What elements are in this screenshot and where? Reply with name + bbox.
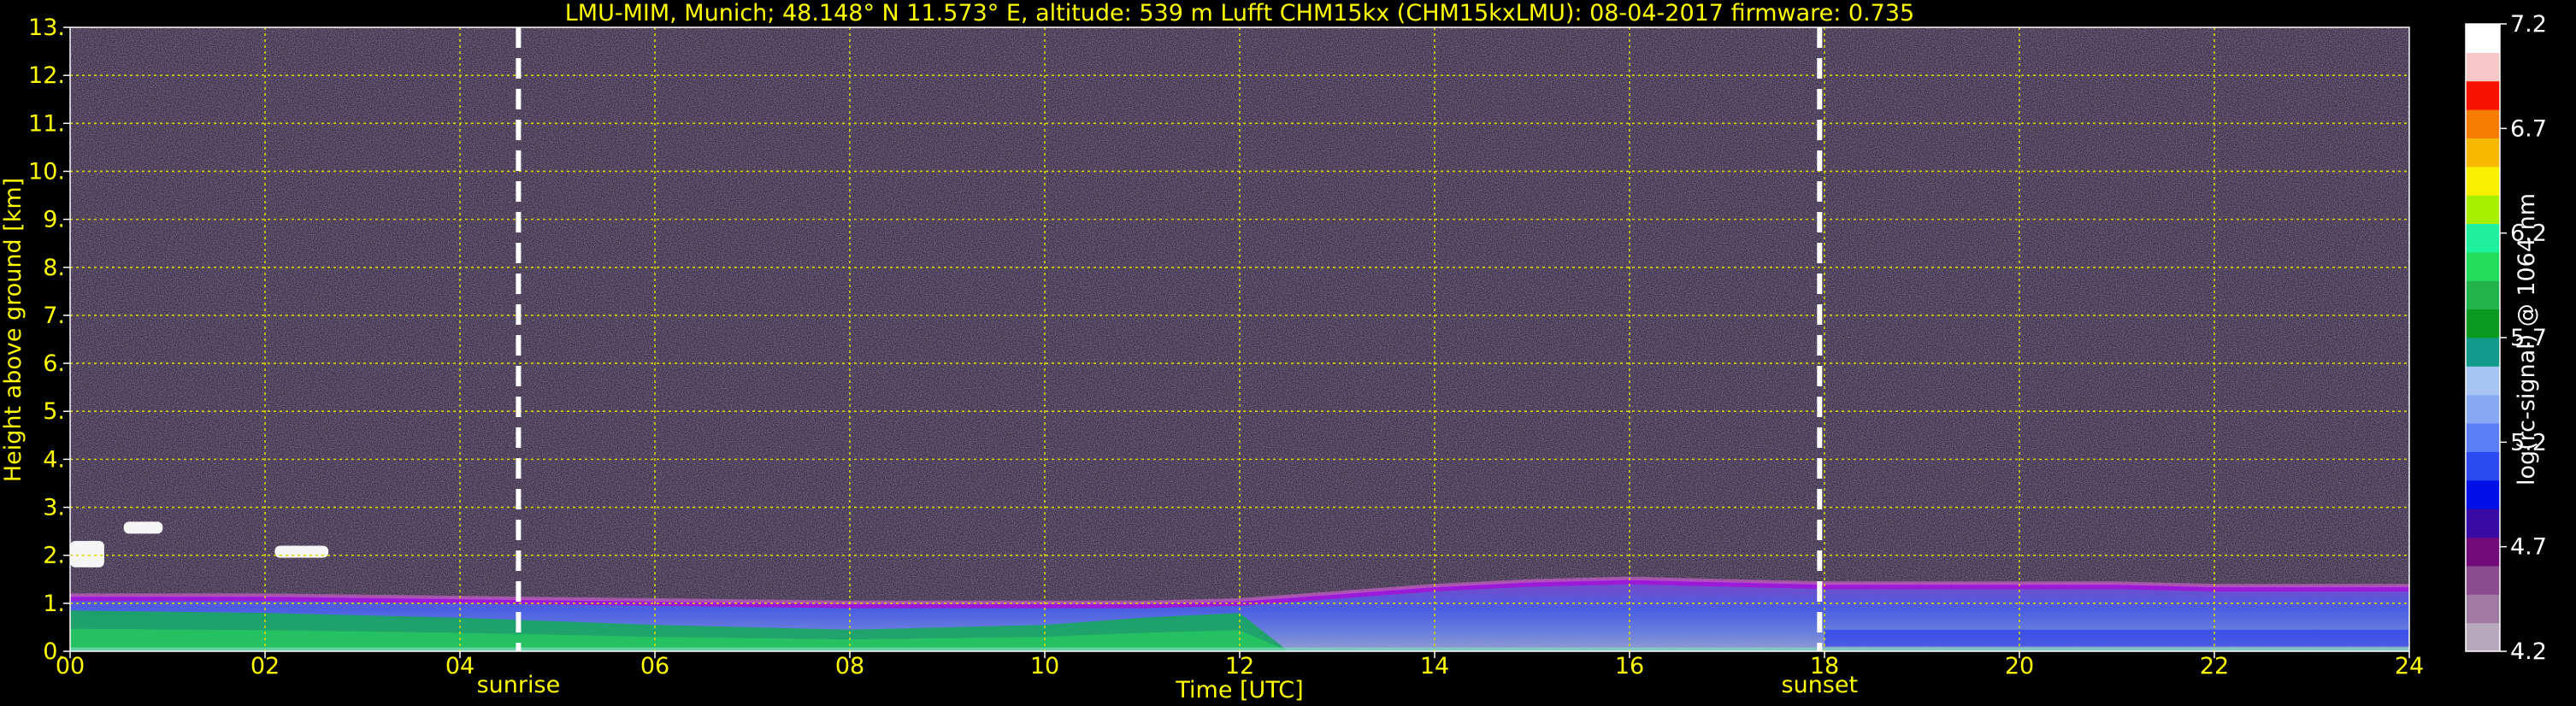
x-axis-label: Time [UTC] <box>1175 677 1303 703</box>
y-tick-label: 12. <box>28 62 65 89</box>
cloud <box>70 540 104 568</box>
colorbar-segment <box>2466 537 2500 567</box>
y-tick-label: 13. <box>28 15 65 41</box>
y-tick-label: 3. <box>43 495 65 521</box>
colorbar-segment <box>2466 509 2500 538</box>
colorbar-tick-label: 6.7 <box>2510 115 2547 142</box>
colorbar-segment <box>2466 251 2500 281</box>
colorbar-tick-label: 7.2 <box>2510 11 2547 38</box>
ceilometer-chart: sunrise sunset 00 02 04 06 08 10 12 14 16 18 20 22 24… <box>0 0 2547 703</box>
y-tick-label: 6. <box>43 350 65 377</box>
y-tick-label: 5. <box>43 398 65 425</box>
y-tick-label: 7. <box>43 303 65 329</box>
colorbar-segment <box>2466 451 2500 481</box>
x-tick-label: 10 <box>1030 653 1059 680</box>
colorbar-segment <box>2466 195 2500 225</box>
y-tick-label: 9. <box>43 207 65 233</box>
plot-area: sunrise sunset <box>69 26 2410 698</box>
x-tick-label: 08 <box>835 653 864 680</box>
y-tick-label: 8. <box>43 255 65 281</box>
colorbar-segment <box>2466 622 2500 652</box>
x-tick-label: 12 <box>1225 653 1254 680</box>
x-tick-label: 18 <box>1810 653 1839 680</box>
y-axis-label: Height above ground [km] <box>0 178 27 482</box>
colorbar-segment <box>2466 366 2500 396</box>
colorbar-segment <box>2466 166 2500 196</box>
sunrise-label: sunrise <box>477 672 561 698</box>
y-tick-label: 1. <box>43 591 65 617</box>
cloud <box>274 545 329 558</box>
y-tick-label: 11. <box>28 110 65 137</box>
colorbar-tick-label: 4.2 <box>2510 638 2547 665</box>
night-layer <box>1824 629 2409 647</box>
x-tick-label: 24 <box>2395 653 2424 680</box>
colorbar-segment <box>2466 138 2500 168</box>
colorbar-tick-label: 4.7 <box>2510 534 2547 561</box>
y-tick-label: 4. <box>43 446 65 473</box>
colorbar-segment <box>2466 594 2500 624</box>
x-tick-label: 06 <box>640 653 669 680</box>
x-tick-label: 02 <box>251 653 280 680</box>
chart-title: LMU-MIM, Munich; 48.148° N 11.573° E, al… <box>565 0 1914 26</box>
y-tick-label: 10. <box>28 158 65 185</box>
colorbar-segment <box>2466 565 2500 595</box>
colorbar-segment <box>2466 394 2500 424</box>
colorbar-segment <box>2466 223 2500 253</box>
x-tick-label: 20 <box>2005 653 2034 680</box>
x-tick-label: 22 <box>2200 653 2229 680</box>
colorbar-segment <box>2466 52 2500 82</box>
colorbar-segment <box>2466 338 2500 367</box>
colorbar-segment <box>2466 309 2500 338</box>
colorbar-label: log(rc-signal) @ 1064 nm <box>2514 193 2540 485</box>
y-tick-label: 2. <box>43 543 65 569</box>
colorbar-segment <box>2466 479 2500 509</box>
x-tick-label: 16 <box>1615 653 1644 680</box>
colorbar-segment <box>2466 280 2500 310</box>
y-tick-label: 0. <box>43 638 65 665</box>
colorbar-segment <box>2466 24 2500 53</box>
x-tick-label: 04 <box>445 653 475 680</box>
colorbar-segment <box>2466 109 2500 138</box>
x-tick-label: 14 <box>1420 653 1449 680</box>
colorbar-segment <box>2466 80 2500 110</box>
colorbar-segment <box>2466 423 2500 452</box>
cloud <box>123 521 163 534</box>
